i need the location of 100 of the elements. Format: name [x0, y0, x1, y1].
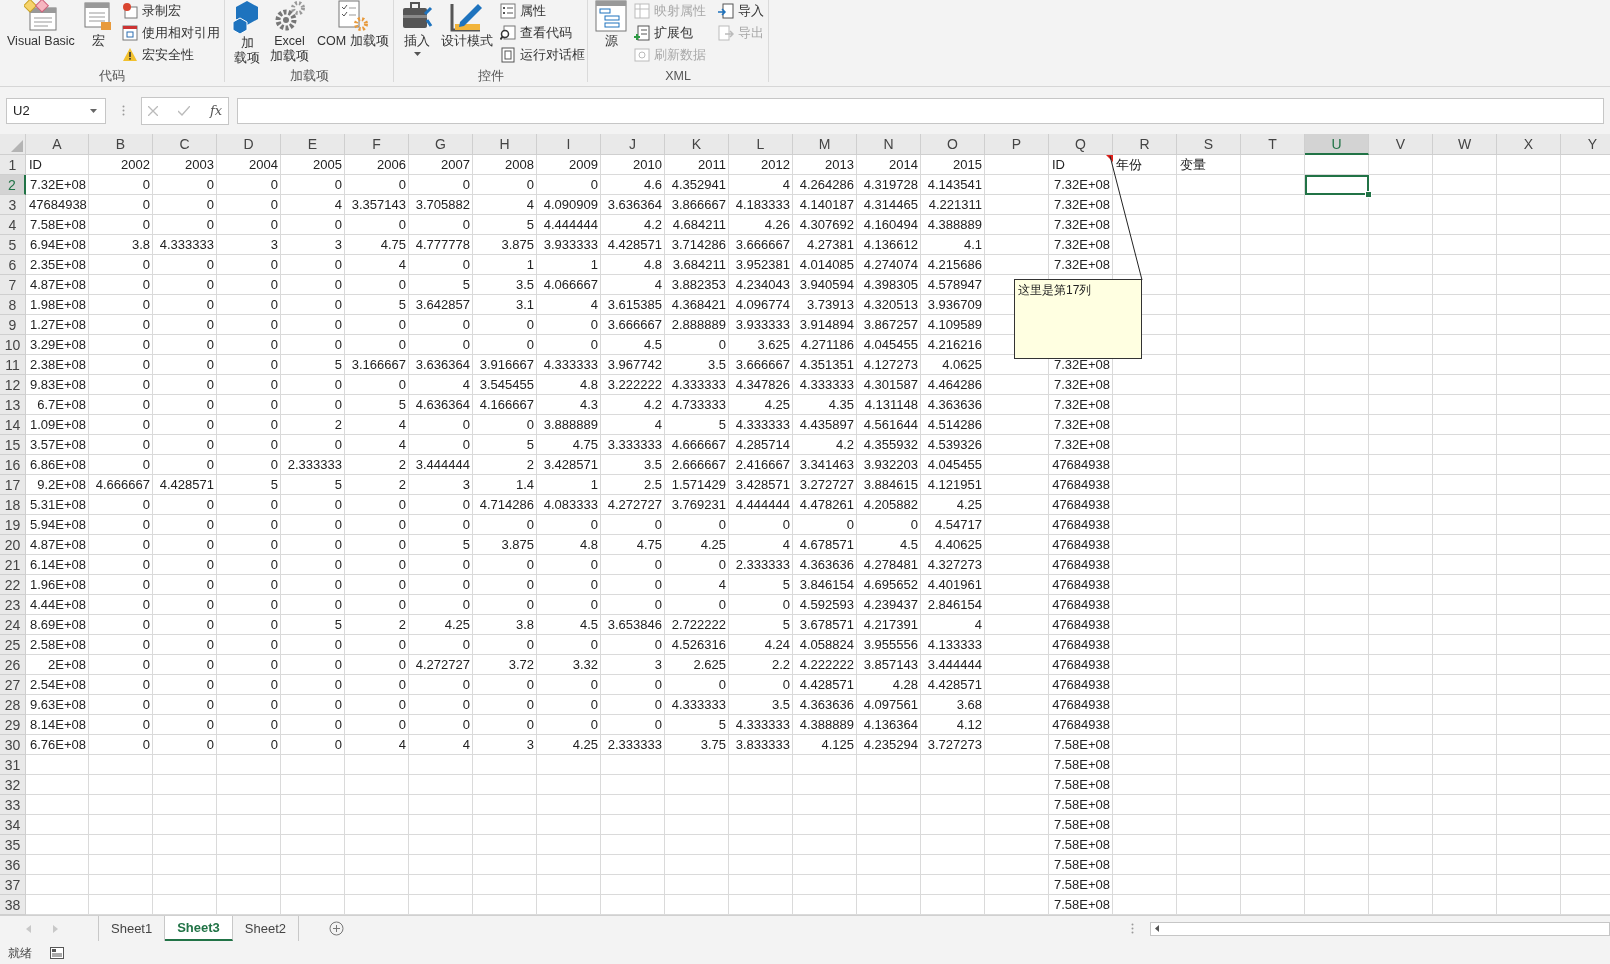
column-header[interactable]: R	[1113, 134, 1177, 155]
table-cell-text: 0	[141, 196, 151, 214]
new-sheet-button[interactable]	[329, 921, 345, 936]
column-header[interactable]: W	[1433, 134, 1497, 155]
row-header[interactable]: 31	[0, 755, 26, 775]
ribbon-button[interactable]: Visual Basic	[4, 0, 78, 49]
row-header[interactable]: 16	[0, 455, 26, 475]
row-header[interactable]: 24	[0, 615, 26, 635]
row-header[interactable]: 3	[0, 195, 26, 215]
row-header[interactable]: 25	[0, 635, 26, 655]
table-cell-text: 0	[333, 496, 343, 514]
row-header[interactable]: 27	[0, 675, 26, 695]
column-header[interactable]: B	[89, 134, 153, 155]
row-header[interactable]: 33	[0, 795, 26, 815]
ribbon-button[interactable]: 源	[592, 0, 630, 49]
row-header[interactable]: 5	[0, 235, 26, 255]
ribbon-button[interactable]: 扩展包	[632, 22, 708, 44]
selected-cell[interactable]	[1305, 175, 1369, 195]
row-header[interactable]: 20	[0, 535, 26, 555]
table-cell-text: 4.592593	[798, 596, 855, 614]
row-header[interactable]: 6	[0, 255, 26, 275]
row-header[interactable]: 23	[0, 595, 26, 615]
row-header[interactable]: 22	[0, 575, 26, 595]
ribbon-button[interactable]: 加 载项	[229, 0, 265, 66]
row-header[interactable]: 37	[0, 875, 26, 895]
row-header[interactable]: 32	[0, 775, 26, 795]
table-cell-text: 7.32E+08	[1052, 196, 1111, 214]
row-header[interactable]: 15	[0, 435, 26, 455]
ribbon-button[interactable]: 宏安全性	[119, 44, 222, 66]
row-header[interactable]: 7	[0, 275, 26, 295]
list-icon	[500, 3, 516, 19]
table-cell-text: 3.936709	[926, 296, 983, 314]
row-header[interactable]: 12	[0, 375, 26, 395]
ribbon-button[interactable]: Excel 加载项	[267, 0, 312, 64]
column-header[interactable]: J	[601, 134, 665, 155]
table-cell-text: 3	[461, 476, 471, 494]
row-header[interactable]: 21	[0, 555, 26, 575]
column-header[interactable]: D	[217, 134, 281, 155]
row-header[interactable]: 14	[0, 415, 26, 435]
column-header[interactable]: M	[793, 134, 857, 155]
row-header[interactable]: 19	[0, 515, 26, 535]
column-header[interactable]: O	[921, 134, 985, 155]
column-header[interactable]: K	[665, 134, 729, 155]
column-header[interactable]: Y	[1561, 134, 1610, 155]
column-header[interactable]: Q	[1049, 134, 1113, 155]
column-header[interactable]: E	[281, 134, 345, 155]
column-header[interactable]: U	[1305, 134, 1369, 155]
row-header[interactable]: 34	[0, 815, 26, 835]
column-header[interactable]: P	[985, 134, 1049, 155]
row-header[interactable]: 4	[0, 215, 26, 235]
ribbon-button[interactable]: 设计模式	[438, 0, 496, 49]
row-header[interactable]: 9	[0, 315, 26, 335]
table-cell-text: 4.274074	[862, 256, 919, 274]
row-header[interactable]: 13	[0, 395, 26, 415]
table-cell-text: 6.7E+08	[36, 396, 87, 414]
row-header[interactable]: 17	[0, 475, 26, 495]
row-header[interactable]: 1	[0, 155, 26, 175]
column-header[interactable]: C	[153, 134, 217, 155]
table-cell-text: 4.444444	[542, 216, 599, 234]
table-cell-text: 3.882353	[670, 276, 727, 294]
column-header[interactable]: L	[729, 134, 793, 155]
ribbon-button[interactable]: 录制宏	[119, 0, 222, 22]
sheet-tab[interactable]: Sheet3	[165, 916, 233, 941]
row-header[interactable]: 30	[0, 735, 26, 755]
ribbon-button[interactable]: 属性	[498, 0, 587, 22]
row-header[interactable]: 10	[0, 335, 26, 355]
row-header[interactable]: 29	[0, 715, 26, 735]
column-header[interactable]: I	[537, 134, 601, 155]
column-header[interactable]: V	[1369, 134, 1433, 155]
table-cell-text: 0	[653, 636, 663, 654]
horizontal-scrollbar[interactable]	[1150, 921, 1610, 936]
formula-input[interactable]	[237, 97, 1604, 124]
column-header[interactable]: F	[345, 134, 409, 155]
insert-function-button[interactable]: fx	[210, 100, 223, 121]
column-header[interactable]: N	[857, 134, 921, 155]
ribbon-button[interactable]: 插入	[398, 0, 436, 56]
row-header[interactable]: 38	[0, 895, 26, 915]
row-header[interactable]: 35	[0, 835, 26, 855]
row-header[interactable]: 18	[0, 495, 26, 515]
ribbon-button[interactable]: 使用相对引用	[119, 22, 222, 44]
table-cell-text: 6.14E+08	[28, 556, 87, 574]
row-header[interactable]: 11	[0, 355, 26, 375]
row-header[interactable]: 26	[0, 655, 26, 675]
row-header[interactable]: 36	[0, 855, 26, 875]
ribbon-button[interactable]: 运行对话框	[498, 44, 587, 66]
row-header[interactable]: 2	[0, 175, 26, 195]
column-header[interactable]: X	[1497, 134, 1561, 155]
table-cell-text: 3.884615	[862, 476, 919, 494]
ribbon-button[interactable]: 导入	[716, 0, 766, 22]
ribbon-button[interactable]: 查看代码	[498, 22, 587, 44]
column-header[interactable]: S	[1177, 134, 1241, 155]
row-header[interactable]: 28	[0, 695, 26, 715]
ribbon-button[interactable]: COM 加载项	[314, 0, 392, 49]
name-box[interactable]: U2	[6, 97, 106, 124]
column-header[interactable]: T	[1241, 134, 1305, 155]
ribbon-button[interactable]: 宏	[79, 0, 118, 49]
column-header[interactable]: A	[26, 134, 89, 155]
column-header[interactable]: H	[473, 134, 537, 155]
column-header[interactable]: G	[409, 134, 473, 155]
row-header[interactable]: 8	[0, 295, 26, 315]
